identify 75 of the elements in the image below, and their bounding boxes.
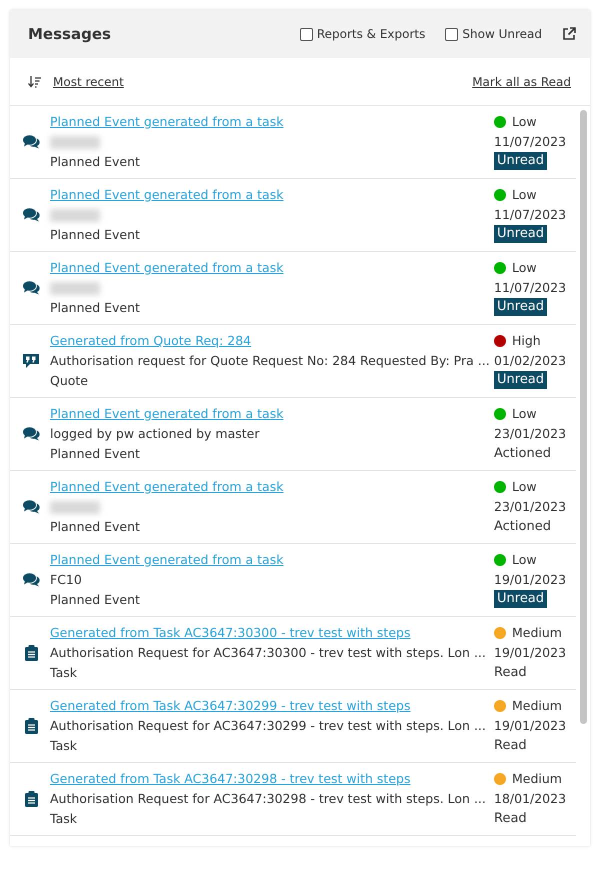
message-body: logged by pw actioned by master — [50, 425, 260, 443]
checkbox-label: Reports & Exports — [316, 26, 426, 43]
chat-bubbles-icon — [22, 135, 40, 149]
message-date: 11/07/2023 — [494, 133, 566, 151]
checkbox[interactable] — [445, 28, 458, 40]
message-body: Authorisation Request for AC3647:30300 - trev test with steps. Lon ... — [50, 644, 486, 662]
message-body: Authorisation Request for AC3647:30298 - trev test with steps. Lon ... — [50, 790, 486, 808]
message-type: Task — [50, 810, 77, 828]
message-type: Planned Event — [50, 226, 140, 244]
quote-bubble-icon — [23, 353, 39, 369]
unread-badge: Unread — [494, 225, 548, 243]
priority-text: Low — [512, 404, 537, 423]
priority-text: Low — [512, 186, 537, 204]
message-type: Task — [50, 664, 77, 682]
message-type: Planned Event — [50, 518, 140, 536]
message-row[interactable]: Planned Event generated from a task Planned Event Low 11/07/2023 Unread — [10, 106, 576, 179]
message-body: Authorisation request for Quote Request No: 284 Requested By: Pra ... — [50, 352, 490, 370]
clipboard-icon — [24, 645, 38, 661]
status-text: Read — [494, 737, 527, 755]
priority-text: Low — [512, 478, 537, 496]
message-row[interactable]: Generated from Task AC3647:30299 - trev test with steps Authorisation Request for AC3647:30299 - trev test with steps. Lon ... Task Medium 19/01/2023 Read — [10, 690, 576, 763]
panel-title: Messages — [28, 24, 112, 45]
sort-icon[interactable] — [28, 76, 41, 88]
message-row[interactable]: Generated from Task AC3647:30298 - trev test with steps Authorisation Request for AC3647:30298 - trev test with steps. Lon ... Task Medium 18/01/2023 Read — [10, 763, 576, 836]
message-row[interactable]: Planned Event generated from a task Planned Event Low 11/07/2023 Unread — [10, 179, 576, 252]
message-row[interactable]: Planned Event generated from a task Planned Event Low 11/07/2023 Unread — [10, 252, 576, 325]
message-type: Task — [50, 737, 77, 755]
checkbox-label: Show Unread — [462, 26, 542, 43]
message-row[interactable]: Planned Event generated from a task Planned Event Low 23/01/2023 Actioned — [10, 471, 576, 544]
chat-bubbles-icon — [22, 208, 40, 222]
message-date: 19/01/2023 — [494, 571, 566, 589]
message-date: 11/07/2023 — [494, 206, 566, 224]
priority-text: Low — [512, 550, 537, 569]
chat-bubbles-icon — [22, 281, 40, 295]
mark-all-read-link[interactable]: Mark all as Read — [472, 72, 571, 90]
priority-text: Medium — [512, 770, 562, 788]
message-date: 01/02/2023 — [494, 352, 566, 370]
message-date: 19/01/2023 — [494, 717, 566, 735]
unread-badge: Unread — [494, 371, 548, 389]
status-text: Read — [494, 664, 527, 682]
priority-text: High — [512, 332, 541, 350]
unread-badge: Unread — [494, 298, 548, 316]
priority-text: Medium — [512, 624, 562, 642]
status-text: Actioned — [494, 445, 551, 463]
message-date: 23/01/2023 — [494, 498, 566, 516]
sort-link[interactable]: Most recent — [53, 72, 472, 90]
clipboard-icon — [24, 791, 38, 807]
message-type: Planned Event — [50, 153, 140, 171]
chat-bubbles-icon — [22, 427, 40, 441]
message-type: Planned Event — [50, 299, 140, 317]
priority-text: Medium — [512, 696, 562, 715]
message-date: 11/07/2023 — [494, 279, 566, 297]
unread-badge: Unread — [494, 590, 548, 608]
chat-bubbles-icon — [22, 573, 40, 587]
chat-bubbles-icon — [22, 500, 40, 514]
message-type: Planned Event — [50, 445, 140, 463]
message-row[interactable]: Planned Event generated from a task FC10 Planned Event Low 19/01/2023 Unread — [10, 544, 576, 617]
message-row[interactable]: Generated from Quote Req: 284 Authorisation request for Quote Request No: 284 Requested By: Pra ... Quote High 01/02/2023 Unread — [10, 325, 576, 398]
external-link-icon[interactable] — [562, 27, 576, 41]
message-row[interactable]: Planned Event generated from a task logged by pw actioned by master Planned Event Low 23/01/2023 Actioned — [10, 398, 576, 471]
unread-badge: Unread — [494, 152, 548, 170]
priority-text: Low — [512, 112, 537, 131]
message-body: Authorisation Request for AC3647:30299 - trev test with steps. Lon ... — [50, 717, 486, 735]
priority-text: Low — [512, 258, 537, 277]
message-type: Quote — [50, 372, 88, 390]
clipboard-icon — [24, 718, 38, 734]
message-row[interactable]: Generated from Task AC3647:30300 - trev test with steps Authorisation Request for AC3647:30300 - trev test with steps. Lon ... Task Medium 19/01/2023 Read — [10, 617, 576, 690]
message-date: 23/01/2023 — [494, 425, 566, 443]
status-text: Actioned — [494, 518, 551, 536]
message-type: Planned Event — [50, 591, 140, 609]
message-body: FC10 — [50, 571, 82, 589]
message-date: 18/01/2023 — [494, 790, 566, 808]
checkbox[interactable] — [300, 28, 313, 40]
message-date: 19/01/2023 — [494, 644, 566, 662]
status-text: Read — [494, 810, 527, 828]
